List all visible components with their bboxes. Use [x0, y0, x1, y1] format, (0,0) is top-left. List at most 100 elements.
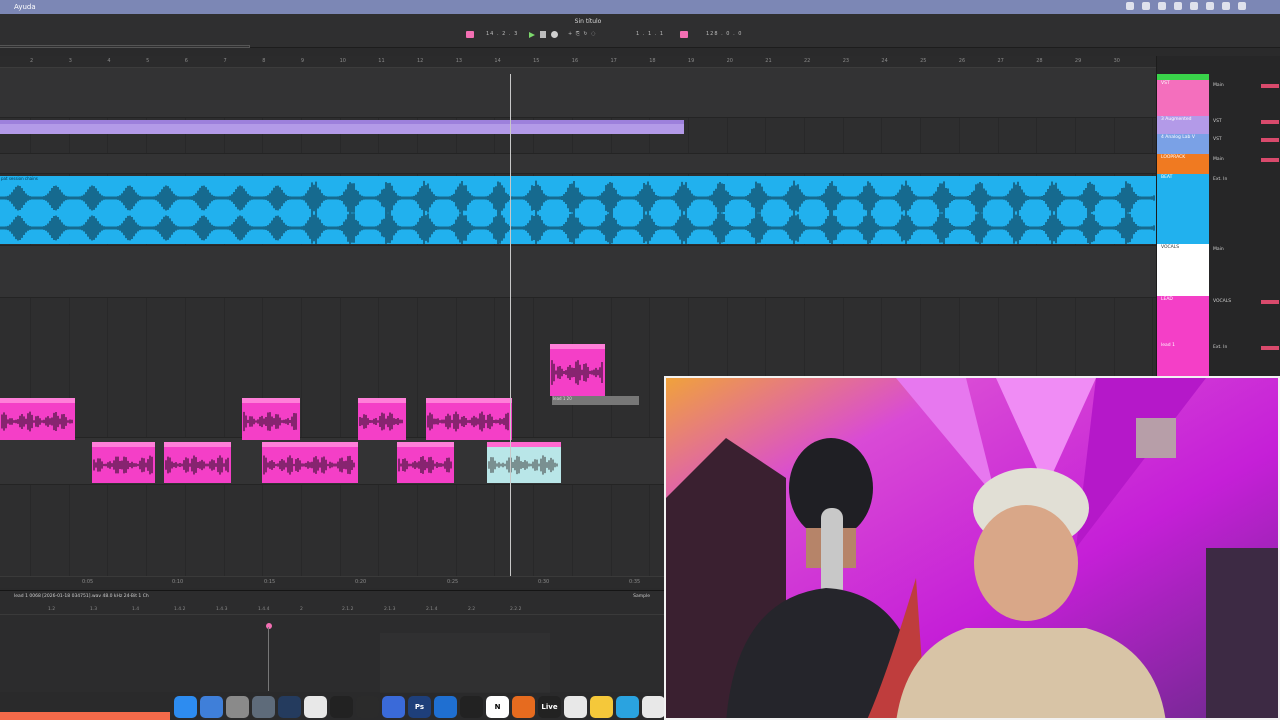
terminal-icon[interactable] [330, 696, 353, 718]
pen-icon[interactable] [356, 696, 379, 718]
detail-tick-label: 1.2 [48, 607, 56, 612]
sample-waveform-area[interactable] [380, 633, 550, 693]
siri-icon[interactable] [1238, 2, 1246, 10]
record-indicator-icon[interactable] [1126, 2, 1134, 10]
ghost-clip[interactable]: lead 1 20 [552, 396, 639, 405]
track-header-vst[interactable]: VST [1157, 80, 1209, 116]
ableton-live-icon[interactable]: Live [538, 696, 561, 718]
notion-icon[interactable]: N [486, 696, 509, 718]
waveform-path [359, 412, 403, 431]
activator-lead-1[interactable] [1261, 346, 1279, 350]
vocal-clip[interactable]: lead 1 27 [397, 442, 454, 483]
io-lead[interactable]: VOCALS [1213, 299, 1231, 304]
tempo-display[interactable]: 128 . 0 . 0 [706, 31, 742, 37]
ruler-bar-label: 3 [68, 58, 72, 64]
io-analog-lab[interactable]: VST [1213, 137, 1222, 142]
menu-help[interactable]: Ayuda [14, 3, 36, 11]
io-augmented[interactable]: VST [1213, 119, 1222, 124]
play-button[interactable] [528, 31, 535, 38]
overview-scrollbar[interactable] [0, 45, 250, 48]
vocal-clip[interactable]: lead 1 19 [487, 442, 561, 483]
vocal-clip[interactable]: lead 1 28 [426, 398, 512, 440]
clip-waveform [243, 411, 297, 432]
activator-vst[interactable] [1261, 84, 1279, 88]
wifi-icon[interactable] [1190, 2, 1198, 10]
track-header-augmented[interactable]: 3 Augmented [1157, 116, 1209, 134]
mixer-panel: VST Main 3 Augmented VST 4 Analog Lab V … [1156, 56, 1280, 376]
ruler-bar-label: 19 [687, 58, 695, 64]
telegram-icon[interactable] [616, 696, 639, 718]
launchpad-icon[interactable] [200, 696, 223, 718]
detail-tick-label: 1.4 [132, 607, 140, 612]
io-vocals[interactable]: Main [1213, 247, 1224, 252]
record-button[interactable] [551, 31, 558, 38]
vocal-clip[interactable]: lead 1 30 [92, 442, 155, 483]
activator-lead[interactable] [1261, 300, 1279, 304]
finder-icon[interactable] [174, 696, 197, 718]
weather-icon[interactable] [1254, 2, 1274, 10]
bar-ruler[interactable]: 2 3 4 5 6 7 8 9 10 11 12 13 14 15 16 17 18 19 20 21 22 23 24 25… [0, 56, 1156, 68]
ruler-bar-label: 23 [842, 58, 850, 64]
chrome2-icon[interactable] [642, 696, 665, 718]
vocal-clip[interactable]: lead 1 13 [358, 398, 406, 440]
steam-icon[interactable] [278, 696, 301, 718]
ruler-bar-label: 25 [920, 58, 927, 64]
ruler-bar-label: 10 [339, 58, 346, 64]
piano-clip[interactable]: Augmented GRAND PIANO 26 Augmented GRAND… [0, 120, 684, 134]
playhead[interactable] [510, 74, 511, 579]
detail-tick-label: 2.2 [468, 607, 476, 612]
track-header-lead-1[interactable]: lead 1 [1157, 342, 1209, 376]
vocal-clip[interactable]: lead 1 33 [164, 442, 231, 483]
activator-augmented[interactable] [1261, 120, 1279, 124]
settings-icon[interactable] [226, 696, 249, 718]
detail-ruler[interactable]: 1.2 1.3 1.4 1.4.2 1.4.3 1.4.4 2 2.1.2 2.1.3 2.1.4… [0, 607, 664, 615]
airplay-icon[interactable] [1158, 2, 1166, 10]
vocal-clip[interactable]: lead 1 46 [0, 398, 75, 440]
sync-icon[interactable] [1142, 2, 1150, 10]
detail-tick-label: 1.4.3 [216, 607, 228, 612]
waveform-path [263, 455, 355, 475]
track-header-looprack[interactable]: LOOPRACK [1157, 154, 1209, 174]
track-header-beat[interactable]: BEAT [1157, 174, 1209, 244]
firefox-icon[interactable] [512, 696, 535, 718]
io-vst[interactable]: Main [1213, 83, 1224, 88]
capcut-icon[interactable] [460, 696, 483, 718]
chatgpt-icon[interactable] [564, 696, 587, 718]
photoshop-icon[interactable]: Ps [408, 696, 431, 718]
vscode-icon[interactable] [434, 696, 457, 718]
time-ruler[interactable]: 0:05 0:10 0:15 0:20 0:25 0:30 0:35 [0, 576, 664, 588]
folder-icon[interactable] [382, 696, 405, 718]
io-looprack[interactable]: Main [1213, 157, 1224, 162]
loop-start[interactable]: 1 . 1 . 1 [636, 31, 664, 37]
track-header-lead[interactable]: LEAD [1157, 296, 1209, 342]
ruler-bar-label: 21 [765, 58, 772, 64]
vocal-clip[interactable]: lead 1 14 [550, 344, 605, 396]
activator-analog[interactable] [1261, 138, 1279, 142]
vocal-clip[interactable]: lead 1 22 [262, 442, 358, 483]
preview-icon[interactable] [252, 696, 275, 718]
ruler-bar-label: 6 [184, 58, 188, 64]
notes-icon[interactable] [590, 696, 613, 718]
follow-button[interactable] [466, 31, 474, 38]
track-header-analog-lab[interactable]: 4 Analog Lab V [1157, 134, 1209, 154]
chrome-icon[interactable] [304, 696, 327, 718]
transport-bar: Sin título 14 . 2 . 3 + ⎘ ↻ ◌ 1 . 1 . 1 … [0, 14, 1280, 48]
sample-tab[interactable]: Sample [633, 594, 650, 599]
control-icon[interactable] [1174, 2, 1182, 10]
vocal-clip[interactable]: lead 1 10 [242, 398, 300, 440]
spotlight-icon[interactable] [1206, 2, 1214, 10]
loop-button[interactable] [680, 31, 688, 38]
control-center-icon[interactable] [1222, 2, 1230, 10]
beat-clip[interactable]: pat session chains [0, 176, 1156, 244]
status-icons [1126, 2, 1274, 10]
automation-icons[interactable]: + ⎘ ↻ ◌ [568, 31, 597, 37]
detail-tick-label: 2 [300, 607, 303, 612]
track-header-vocals[interactable]: VOCALS [1157, 244, 1209, 296]
io-lead-1[interactable]: Ext. In [1213, 345, 1227, 350]
activator-looprack[interactable] [1261, 158, 1279, 162]
stop-button[interactable] [540, 31, 546, 38]
start-marker[interactable] [266, 623, 272, 629]
song-position[interactable]: 14 . 2 . 3 [486, 31, 518, 37]
ruler-bar-label: 29 [1074, 58, 1082, 64]
io-beat[interactable]: Ext. In [1213, 177, 1227, 182]
